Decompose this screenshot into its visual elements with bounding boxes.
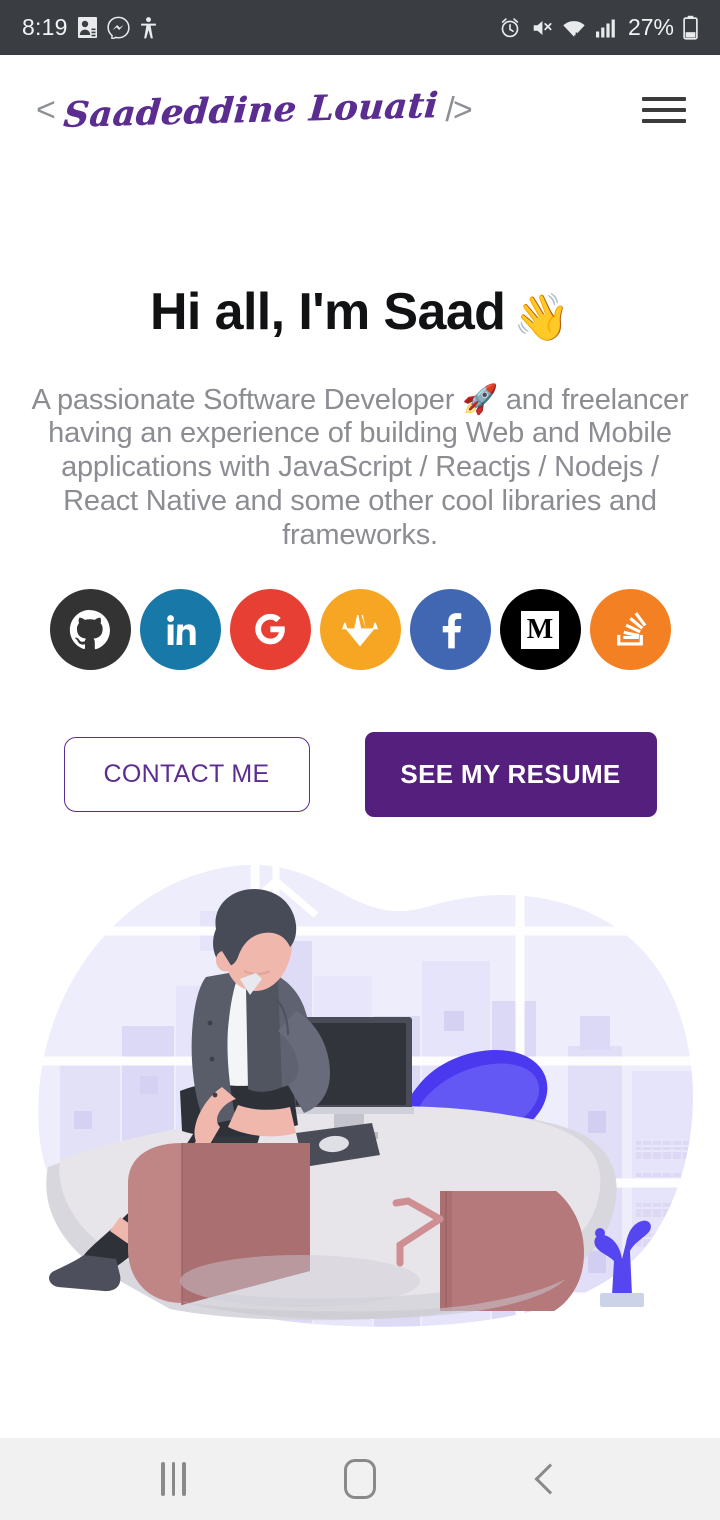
social-link-medium[interactable]: M [499,589,581,671]
social-link-facebook[interactable] [409,589,491,671]
messenger-icon [106,16,130,39]
battery-percent: 27% [627,14,674,40]
bracket-close: /> [445,91,472,129]
hamburger-bar [642,97,686,101]
contacts-icon [77,16,98,39]
linkedin-icon [167,614,196,645]
waving-hand-icon: 👋 [513,291,571,343]
medium-icon: M [521,610,559,649]
hamburger-bar [642,119,686,123]
bracket-open: < [36,91,56,129]
github-icon [69,609,110,649]
hero-heading-text: Hi all, I'm Saad [149,283,506,341]
volume-mute-icon [530,17,553,39]
status-time: 8:19 [22,14,68,40]
google-icon [255,613,285,644]
back-icon [534,1463,566,1495]
contact-me-button[interactable]: CONTACT ME [63,737,310,813]
status-bar: 8:19 27% [0,0,720,55]
alarm-icon [499,17,521,39]
facebook-icon [442,612,462,648]
status-bar-left: 8:19 [22,14,158,41]
social-link-gitlab[interactable] [319,589,401,671]
status-bar-right: 27% [499,14,698,41]
recents-button[interactable] [138,1449,208,1509]
battery-icon [683,15,698,40]
social-link-github[interactable] [49,589,131,671]
hamburger-menu-icon[interactable] [642,97,686,123]
social-link-stackoverflow[interactable] [589,589,671,671]
brand-logo[interactable]: < Saadeddine Louati /> [36,85,473,136]
recents-icon [161,1462,186,1496]
home-icon [343,1459,376,1499]
wifi-icon [562,17,586,39]
social-links-row: M [18,589,702,671]
gitlab-icon [342,614,378,647]
mobile-screen: 8:19 27% < Saadeddine Louati /> Hi all, … [0,0,720,1520]
back-button[interactable] [512,1449,582,1509]
hero-section: Hi all, I'm Saad 👋 A passionate Software … [0,165,720,818]
hero-illustration [0,817,720,1438]
android-nav-bar [0,1438,720,1520]
accessibility-icon [139,16,158,40]
page-header: < Saadeddine Louati /> [0,55,720,165]
developer-at-desk-illustration [38,865,693,1327]
home-button[interactable] [325,1449,395,1509]
logo-signature-text: Saadeddine Louati [61,84,440,136]
see-my-resume-button[interactable]: SEE MY RESUME [364,732,657,818]
social-link-google[interactable] [229,589,311,671]
stackoverflow-icon [617,611,647,646]
hero-description: A passionate Software Developer 🚀 and fr… [31,383,689,552]
hamburger-bar [642,108,686,112]
page-title: Hi all, I'm Saad 👋 [18,283,702,344]
desk-cabinet-right [440,1191,584,1312]
social-link-linkedin[interactable] [139,589,221,671]
cellular-signal-icon [595,17,617,39]
cta-button-row: CONTACT ME SEE MY RESUME [18,732,702,818]
